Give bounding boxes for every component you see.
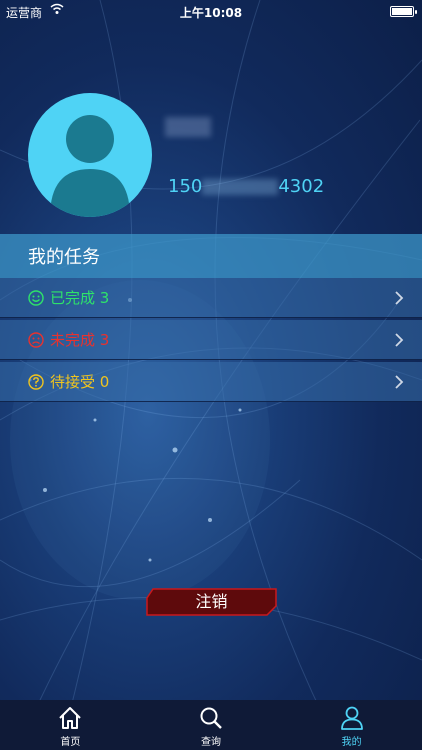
- phone-redacted: [202, 179, 279, 195]
- tab-mine-label: 我的: [341, 737, 362, 748]
- status-bar: 运营商 上午10:08: [0, 0, 422, 22]
- user-silhouette-icon: [50, 115, 130, 217]
- avatar[interactable]: [28, 93, 152, 217]
- frown-icon: [28, 331, 44, 348]
- logout-button[interactable]: 注销: [145, 588, 278, 616]
- task-row-completed[interactable]: 已完成 3: [0, 278, 422, 318]
- task-label-uncompleted: 未完成 3: [50, 331, 110, 349]
- chevron-right-icon: [395, 333, 404, 347]
- chevron-right-icon: [395, 375, 404, 389]
- task-label-completed: 已完成 3: [50, 289, 110, 307]
- tab-bar: 首页 查询 我的: [0, 700, 422, 750]
- task-label-pending: 待接受 0: [50, 373, 110, 391]
- phone-prefix: 150: [168, 176, 203, 197]
- user-icon: [340, 706, 363, 730]
- chevron-right-icon: [395, 291, 404, 305]
- task-row-uncompleted[interactable]: 未完成 3: [0, 320, 422, 360]
- battery-icon: [390, 6, 417, 17]
- username-redacted: [165, 117, 211, 137]
- phone-suffix: 4302: [278, 176, 325, 197]
- tab-search-label: 查询: [201, 737, 221, 748]
- clock: 上午10:08: [179, 6, 243, 20]
- tab-search[interactable]: 查询: [141, 700, 282, 750]
- smile-icon: [28, 289, 44, 306]
- my-tasks-header: 我的任务: [0, 234, 422, 278]
- tab-home[interactable]: 首页: [0, 700, 141, 750]
- my-tasks-title: 我的任务: [28, 247, 100, 268]
- task-row-pending[interactable]: 待接受 0: [0, 362, 422, 402]
- tab-home-label: 首页: [60, 737, 81, 748]
- tab-mine[interactable]: 我的: [281, 700, 422, 750]
- logout-label: 注销: [195, 592, 228, 611]
- search-icon: [200, 707, 222, 729]
- phone-number: 150 4302: [168, 176, 324, 197]
- question-icon: [28, 373, 44, 390]
- home-icon: [59, 707, 82, 729]
